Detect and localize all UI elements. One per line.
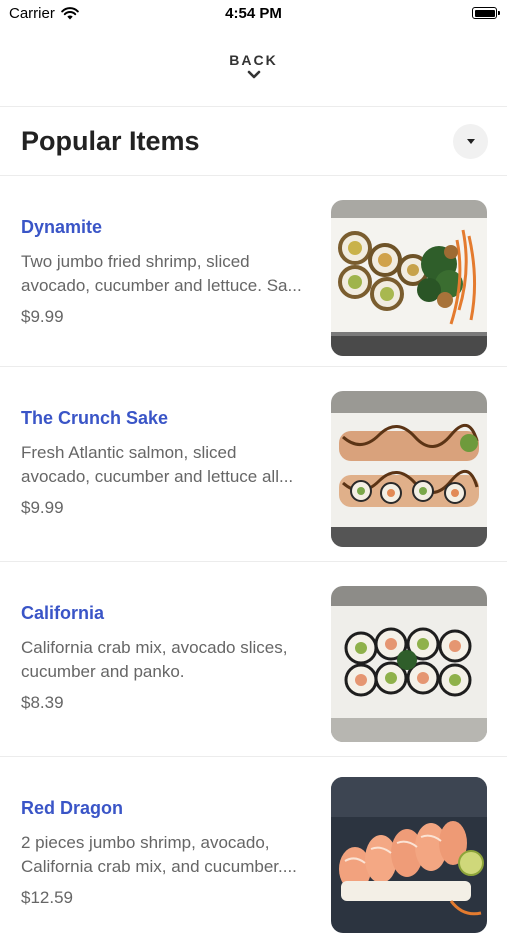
status-bar: Carrier 4:54 PM	[0, 0, 507, 28]
caret-down-icon	[466, 139, 475, 144]
chevron-down-icon	[247, 70, 260, 79]
back-button[interactable]: BACK	[0, 52, 507, 80]
section-header: Popular Items	[0, 120, 507, 170]
item-name: Red Dragon	[21, 798, 124, 818]
red-dragon-roll-photo	[331, 777, 487, 933]
dynamite-roll-photo	[331, 200, 487, 356]
item-name: The Crunch Sake	[21, 408, 169, 428]
section-collapse-button[interactable]	[453, 124, 488, 159]
item-description: 2 pieces jumbo shrimp, avocado, Californ…	[21, 833, 297, 876]
back-label: BACK	[229, 52, 278, 68]
battery-icon	[472, 7, 500, 19]
item-price: $9.99	[21, 498, 64, 517]
status-time: 4:54 PM	[225, 5, 282, 22]
california-roll-photo	[331, 586, 487, 742]
item-name: California	[21, 603, 105, 623]
menu-item-the-crunch-sake[interactable]: The Crunch Sake Fresh Atlantic salmon, s…	[0, 367, 507, 562]
item-description: California crab mix, avocado slices, cuc…	[21, 638, 288, 681]
item-price: $12.59	[21, 888, 73, 907]
menu-item-dynamite[interactable]: Dynamite Two jumbo fried shrimp, sliced …	[0, 176, 507, 371]
crunch-sake-roll-photo	[331, 391, 487, 547]
item-price: $8.39	[21, 693, 64, 712]
item-description: Two jumbo fried shrimp, sliced avocado, …	[21, 252, 302, 295]
item-price: $9.99	[21, 307, 64, 326]
section-title: Popular Items	[21, 126, 200, 156]
menu-item-red-dragon[interactable]: Red Dragon 2 pieces jumbo shrimp, avocad…	[0, 757, 507, 952]
divider	[0, 106, 507, 107]
item-name: Dynamite	[21, 217, 103, 237]
item-description: Fresh Atlantic salmon, sliced avocado, c…	[21, 443, 294, 486]
menu-item-california[interactable]: California California crab mix, avocado …	[0, 562, 507, 757]
